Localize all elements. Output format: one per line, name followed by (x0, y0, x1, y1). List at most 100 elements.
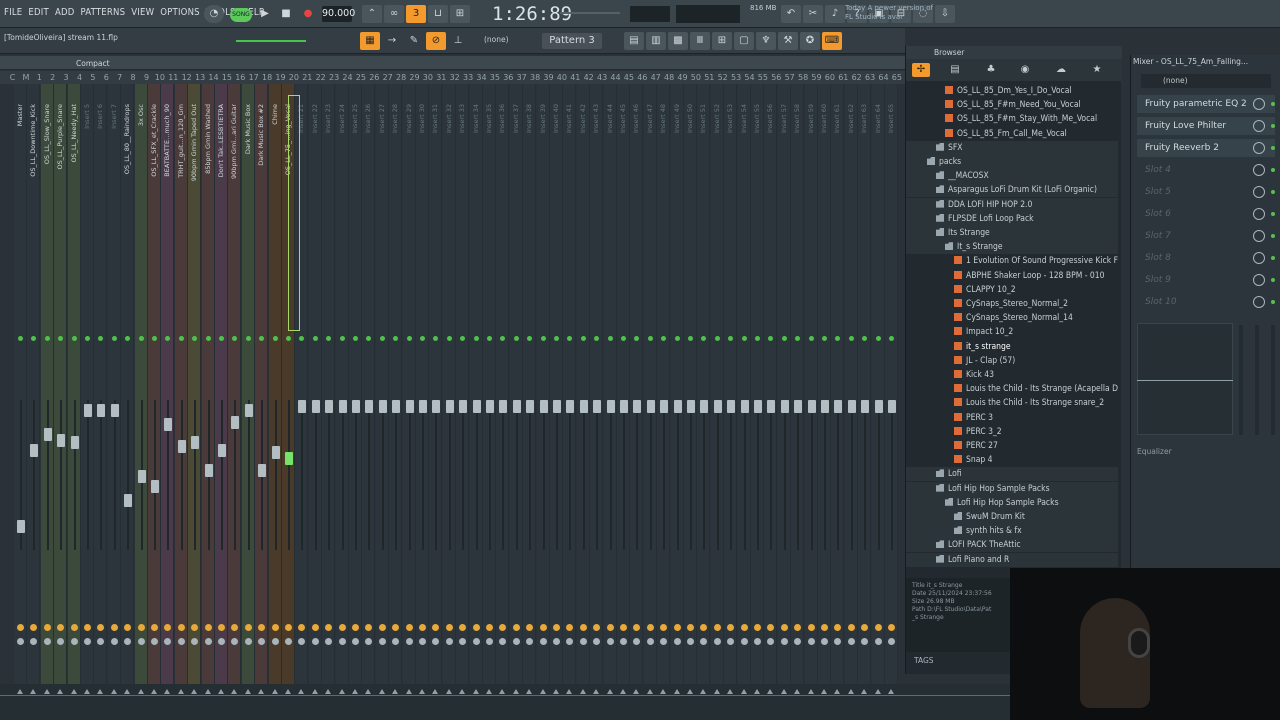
mixer-insert-strip[interactable] (496, 84, 510, 684)
volume-fader[interactable] (191, 436, 200, 449)
insert-name-label[interactable]: Insert 41 (565, 104, 573, 133)
volume-fader[interactable] (285, 452, 293, 465)
pan-knob[interactable] (606, 624, 614, 631)
insert-active-led[interactable] (755, 336, 760, 341)
route-arrow-icon[interactable] (539, 689, 546, 694)
browser-file[interactable]: OS_LL_85_F#m_Need_You_Vocal (906, 98, 1081, 112)
volume-fader[interactable] (807, 400, 816, 413)
mixer-insert-strip[interactable] (791, 84, 805, 684)
insert-name-label[interactable]: Insert 39 (539, 104, 547, 133)
volume-fader[interactable] (780, 400, 789, 413)
project-icon[interactable]: ▢ (734, 32, 754, 50)
browser-folder[interactable]: synth hits & fx (906, 524, 1118, 539)
effect-slot[interactable]: Fruity parametric EQ 2 (1137, 95, 1275, 113)
browser-title[interactable]: Browser (906, 46, 1122, 59)
insert-name-label[interactable]: Master (16, 104, 24, 126)
route-arrow-icon[interactable] (378, 689, 385, 694)
volume-fader[interactable] (43, 428, 52, 441)
mixer-insert-strip[interactable] (764, 84, 778, 684)
pan-knob[interactable] (539, 624, 547, 631)
browser-cloud-icon[interactable]: ☁ (1052, 63, 1070, 77)
insert-name-label[interactable]: 90bpm Gmin Taped Out (190, 104, 198, 181)
browser-folder[interactable]: __MACOSX (906, 169, 1118, 184)
browser-file[interactable]: CLAPPY 10_2 (906, 283, 1016, 297)
insert-active-led[interactable] (714, 336, 720, 341)
mic-icon[interactable]: ♪ (825, 5, 845, 23)
volume-fader[interactable] (378, 400, 387, 413)
mixer-insert-strip[interactable] (885, 84, 898, 684)
volume-fader[interactable] (486, 400, 494, 413)
insert-name-label[interactable]: OS_LL_80__Raindrops (123, 104, 131, 174)
stereo-knob[interactable] (874, 638, 882, 645)
volume-fader[interactable] (17, 520, 25, 533)
insert-active-led[interactable] (647, 336, 653, 341)
cut-icon[interactable]: ✂ (803, 5, 823, 23)
typing-keyboard-icon[interactable]: ⌨ (822, 32, 842, 50)
route-arrow-icon[interactable] (204, 689, 211, 694)
volume-fader[interactable] (177, 440, 186, 453)
stereo-knob[interactable] (740, 638, 748, 645)
pan-knob[interactable] (579, 624, 587, 631)
mixer-insert-strip[interactable] (442, 84, 456, 684)
mixer-insert-strip[interactable] (523, 84, 537, 684)
route-arrow-icon[interactable] (110, 689, 117, 694)
pan-knob[interactable] (847, 624, 855, 631)
volume-fader[interactable] (861, 400, 870, 413)
stereo-knob[interactable] (472, 638, 480, 645)
input-selector[interactable]: (none) (1141, 74, 1271, 88)
volume-fader[interactable] (311, 400, 320, 413)
volume-fader[interactable] (70, 436, 79, 449)
pan-knob[interactable] (512, 624, 520, 631)
volume-fader[interactable] (526, 400, 535, 413)
mixer-insert-strip[interactable] (402, 84, 416, 684)
insert-name-label[interactable]: Insert 56 (766, 104, 774, 133)
pan-knob[interactable] (888, 624, 895, 631)
pan-knob[interactable] (713, 624, 721, 631)
insert-active-led[interactable] (152, 336, 157, 341)
browser-folder[interactable]: Lofi Hip Hop Sample Packs (906, 481, 1118, 496)
mixer-insert-strip[interactable] (751, 84, 764, 684)
route-arrow-icon[interactable] (459, 689, 466, 694)
insert-name-label[interactable]: Insert 28 (391, 104, 399, 133)
pan-knob[interactable] (419, 624, 426, 631)
stereo-knob[interactable] (204, 638, 212, 645)
mixer-insert-strip[interactable] (576, 84, 590, 684)
insert-name-label[interactable]: Insert 62 (847, 104, 855, 133)
volume-fader[interactable] (392, 400, 401, 413)
volume-fader[interactable] (57, 434, 66, 447)
route-arrow-icon[interactable] (244, 689, 251, 694)
mixer-insert-strip[interactable] (737, 84, 751, 684)
stereo-knob[interactable] (271, 638, 279, 645)
volume-fader[interactable] (673, 400, 682, 413)
volume-fader[interactable] (164, 418, 173, 431)
insert-name-label[interactable]: Insert 48 (659, 104, 667, 133)
browser-sounds-icon[interactable]: ◉ (1016, 63, 1034, 77)
insert-name-label[interactable]: Dark Music Box #2 (257, 104, 265, 166)
route-arrow-icon[interactable] (780, 689, 787, 694)
browser-folder[interactable]: SwuM Drum Kit (906, 510, 1118, 524)
browser-file[interactable]: JL - Clap (57) (906, 354, 1015, 368)
stereo-knob[interactable] (821, 638, 828, 645)
stereo-knob[interactable] (713, 638, 721, 645)
insert-active-led[interactable] (219, 336, 224, 341)
volume-fader[interactable] (110, 404, 119, 417)
volume-fader[interactable] (97, 404, 106, 417)
volume-fader[interactable] (271, 446, 280, 459)
stereo-knob[interactable] (137, 638, 145, 645)
song-mode-toggle[interactable]: SONG (230, 8, 252, 22)
volume-fader[interactable] (432, 400, 441, 413)
browser-folder[interactable]: Lofi (906, 467, 1118, 482)
route-arrow-icon[interactable] (191, 689, 198, 694)
browser-favorites-icon[interactable]: ★ (1088, 63, 1106, 77)
slot-mix-knob[interactable] (1253, 274, 1265, 286)
route-arrow-icon[interactable] (231, 689, 238, 694)
volume-fader[interactable] (352, 400, 360, 413)
stereo-knob[interactable] (673, 638, 681, 645)
insert-active-led[interactable] (781, 336, 787, 341)
insert-active-led[interactable] (272, 336, 278, 341)
slot-enable-led[interactable] (1271, 212, 1275, 216)
browser-folder[interactable]: It_s Strange (906, 240, 1118, 255)
pan-knob[interactable] (646, 624, 654, 631)
route-arrow-icon[interactable] (70, 689, 77, 694)
volume-fader[interactable] (874, 400, 883, 413)
